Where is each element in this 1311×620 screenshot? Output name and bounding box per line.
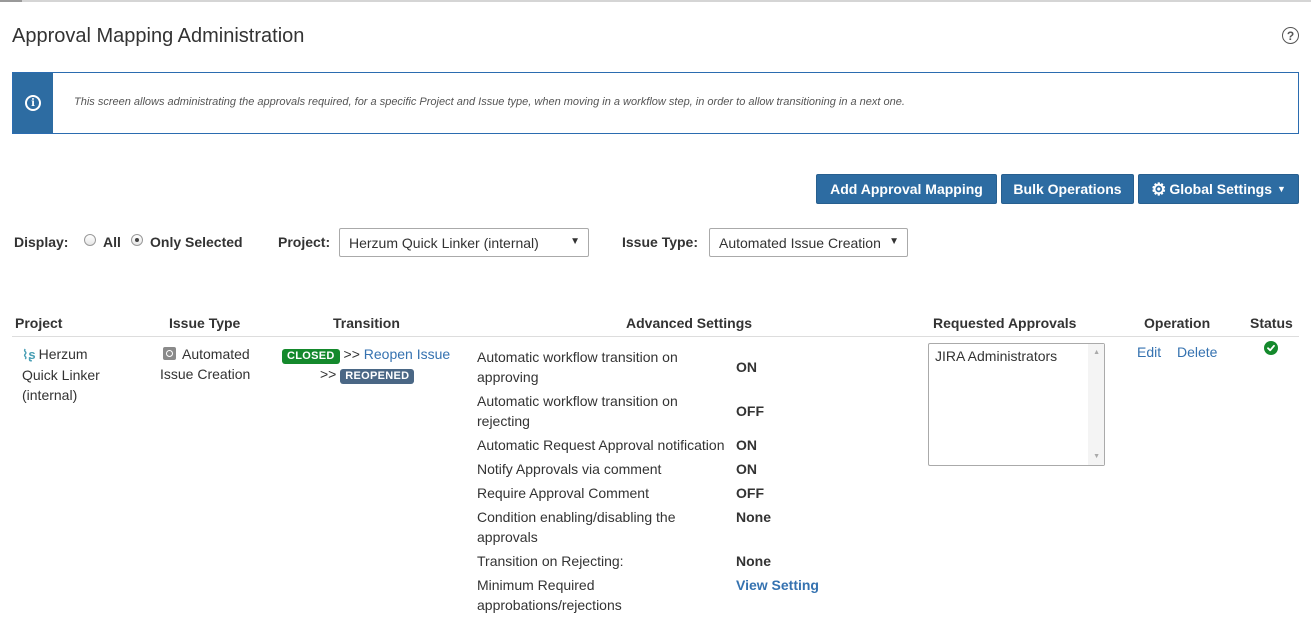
setting-label: Automatic Request Approval notification (477, 437, 725, 453)
setting-label: Notify Approvals via comment (477, 461, 662, 477)
display-all-label[interactable]: All (103, 234, 121, 250)
issue-type-select[interactable]: Automated Issue Creation ▼ (709, 228, 908, 257)
edit-link[interactable]: Edit (1137, 342, 1161, 362)
setting-value: OFF (736, 403, 764, 419)
status-lozenge-closed: CLOSED (282, 349, 340, 364)
transition-link[interactable]: Reopen Issue (364, 346, 450, 362)
project-select[interactable]: Herzum Quick Linker (internal) ▼ (339, 228, 589, 257)
global-settings-button[interactable]: ⚙ Global Settings ▼ (1138, 174, 1299, 204)
header-transition: Transition (333, 315, 400, 331)
header-project: Project (15, 315, 63, 331)
setting-label: Automatic workflow transition on approvin… (477, 349, 678, 385)
dropdown-arrow-icon: ▼ (889, 236, 899, 247)
display-label: Display: (14, 234, 69, 250)
display-all-radio[interactable] (84, 234, 96, 246)
display-only-selected-label[interactable]: Only Selected (150, 234, 243, 250)
setting-label: Minimum Required approbations/rejections (477, 577, 622, 613)
setting-value: None (736, 509, 771, 525)
add-approval-mapping-button[interactable]: Add Approval Mapping (816, 174, 997, 204)
info-text: This screen allows administrating the ap… (74, 96, 905, 108)
row-issue-type: Automated Issue Creation (160, 346, 251, 382)
info-message: i This screen allows administrating the … (12, 72, 1299, 134)
setting-label: Condition enabling/disabling the approval… (477, 509, 676, 545)
approval-item[interactable]: JIRA Administrators (935, 348, 1057, 364)
setting-label: Transition on Rejecting: (477, 553, 624, 569)
requested-approvals-list[interactable]: JIRA Administrators ▲ ▼ (928, 343, 1105, 466)
caret-down-icon: ▼ (1277, 184, 1286, 194)
issue-type-icon (163, 347, 176, 360)
header-advanced-settings: Advanced Settings (626, 315, 753, 331)
project-label: Project: (278, 234, 331, 250)
header-requested-approvals: Requested Approvals (933, 315, 1077, 331)
view-setting-link[interactable]: View Setting (736, 577, 819, 593)
bulk-operations-button[interactable]: Bulk Operations (1001, 174, 1134, 204)
scroll-down-icon[interactable]: ▼ (1093, 453, 1100, 460)
question-circle-icon[interactable]: ? (1282, 27, 1299, 44)
setting-value: None (736, 553, 771, 569)
row-project: ⌇ʂ Herzum Quick Linker (internal) (22, 346, 100, 403)
row-transition: CLOSED >> Reopen Issue >> REOPENED (282, 344, 462, 384)
header-operation: Operation (1144, 315, 1211, 331)
setting-value: ON (736, 359, 757, 375)
setting-value: OFF (736, 485, 764, 501)
setting-label: Automatic workflow transition on rejectin… (477, 393, 678, 429)
check-circle-icon (1264, 341, 1278, 355)
info-icon: i (25, 95, 41, 111)
header-issue-type: Issue Type (169, 315, 241, 331)
scrollbar[interactable]: ▲ ▼ (1088, 344, 1104, 465)
project-avatar-icon: ⌇ʂ (22, 347, 36, 362)
gear-icon: ⚙ (1151, 179, 1167, 199)
scroll-up-icon[interactable]: ▲ (1093, 349, 1100, 356)
setting-value: ON (736, 437, 757, 453)
dropdown-arrow-icon: ▼ (570, 236, 580, 247)
status-lozenge-reopened: REOPENED (340, 369, 415, 384)
page-title: Approval Mapping Administration (12, 25, 305, 47)
setting-value: ON (736, 461, 757, 477)
issue-type-label: Issue Type: (622, 234, 698, 250)
header-divider (12, 336, 1299, 337)
delete-link[interactable]: Delete (1177, 342, 1217, 362)
setting-label: Require Approval Comment (477, 485, 649, 501)
top-divider (0, 0, 1311, 2)
header-status: Status (1250, 315, 1293, 331)
display-only-selected-radio[interactable] (131, 234, 143, 246)
